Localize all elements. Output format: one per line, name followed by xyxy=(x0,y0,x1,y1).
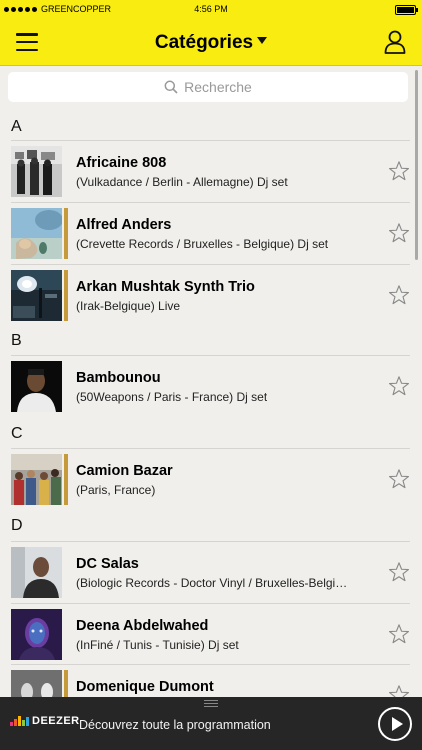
artist-name: Arkan Mushtak Synth Trio xyxy=(76,279,255,295)
artist-name: Domenique Dumont xyxy=(76,679,214,695)
category-marker xyxy=(64,208,68,259)
list-item[interactable]: Bambounou (50Weapons / Paris - France) D… xyxy=(0,355,410,417)
category-marker xyxy=(64,270,68,321)
artist-details: (InFiné / Tunis - Tunisie) Dj set xyxy=(76,638,239,652)
status-bar: GREENCOPPER 4:56 PM xyxy=(0,0,422,20)
artist-photo xyxy=(11,208,62,259)
deezer-banner[interactable]: DEEZER Découvrez toute la programmation xyxy=(0,697,422,750)
artist-name: Alfred Anders xyxy=(76,217,172,233)
list-item[interactable]: Africaine 808 (Vulkadance / Berlin - All… xyxy=(0,140,410,202)
categories-dropdown[interactable]: Catégories xyxy=(0,32,422,54)
favorite-star-icon[interactable] xyxy=(388,561,410,583)
status-time: 4:56 PM xyxy=(194,4,228,14)
section-header-a: A xyxy=(11,118,22,135)
favorite-star-icon[interactable] xyxy=(388,160,410,182)
artist-details: (Vulkadance / Berlin - Allemagne) Dj set xyxy=(76,175,288,189)
list-item[interactable]: Camion Bazar (Paris, France) xyxy=(0,448,410,510)
artist-photo xyxy=(11,146,62,197)
favorite-star-icon[interactable] xyxy=(388,284,410,306)
artist-name: Bambounou xyxy=(76,370,161,386)
artist-name: Camion Bazar xyxy=(76,463,173,479)
play-button[interactable] xyxy=(378,707,412,741)
page-title: Catégories xyxy=(154,32,254,53)
artist-name: Deena Abdelwahed xyxy=(76,618,209,634)
artist-details: (Biologic Records - Doctor Vinyl / Bruxe… xyxy=(76,576,348,590)
equalizer-icon xyxy=(10,716,29,726)
artist-photo xyxy=(11,361,62,412)
list-item[interactable]: Deena Abdelwahed (InFiné / Tunis - Tunis… xyxy=(0,603,410,665)
favorite-star-icon[interactable] xyxy=(388,468,410,490)
search-placeholder: Recherche xyxy=(184,79,252,95)
artist-photo xyxy=(11,609,62,660)
list-item[interactable]: DC Salas (Biologic Records - Doctor Viny… xyxy=(0,541,410,603)
section-header-b: B xyxy=(11,332,22,349)
battery-icon xyxy=(395,5,418,15)
artist-photo xyxy=(11,547,62,598)
list-item[interactable]: Alfred Anders (Crevette Records / Bruxel… xyxy=(0,202,410,264)
artist-details: (50Weapons / Paris - France) Dj set xyxy=(76,390,268,404)
section-header-d: D xyxy=(11,517,23,534)
deezer-logo: DEEZER xyxy=(10,715,80,727)
scrollbar[interactable] xyxy=(415,70,418,260)
artist-details: (Paris, France) xyxy=(76,483,156,497)
user-profile-icon[interactable] xyxy=(384,30,406,54)
drag-handle-icon[interactable] xyxy=(204,700,218,709)
artist-name: Africaine 808 xyxy=(76,155,167,171)
search-input[interactable]: Recherche xyxy=(8,72,408,102)
artist-details: (Crevette Records / Bruxelles - Belgique… xyxy=(76,237,329,251)
category-marker xyxy=(64,454,68,505)
favorite-star-icon[interactable] xyxy=(388,222,410,244)
artist-details: (Irak-Belgique) Live xyxy=(76,299,181,313)
list-item[interactable]: Arkan Mushtak Synth Trio (Irak-Belgique)… xyxy=(0,264,410,326)
favorite-star-icon[interactable] xyxy=(388,623,410,645)
promo-text: Découvrez toute la programmation xyxy=(79,718,271,732)
search-icon xyxy=(164,80,178,94)
section-header-c: C xyxy=(11,425,23,442)
artist-name: DC Salas xyxy=(76,556,139,572)
artist-photo xyxy=(11,454,62,505)
artist-photo xyxy=(11,270,62,321)
favorite-star-icon[interactable] xyxy=(388,375,410,397)
caret-down-icon xyxy=(257,37,268,45)
navigation-bar: Catégories xyxy=(0,20,422,66)
deezer-brand: DEEZER xyxy=(32,715,80,727)
